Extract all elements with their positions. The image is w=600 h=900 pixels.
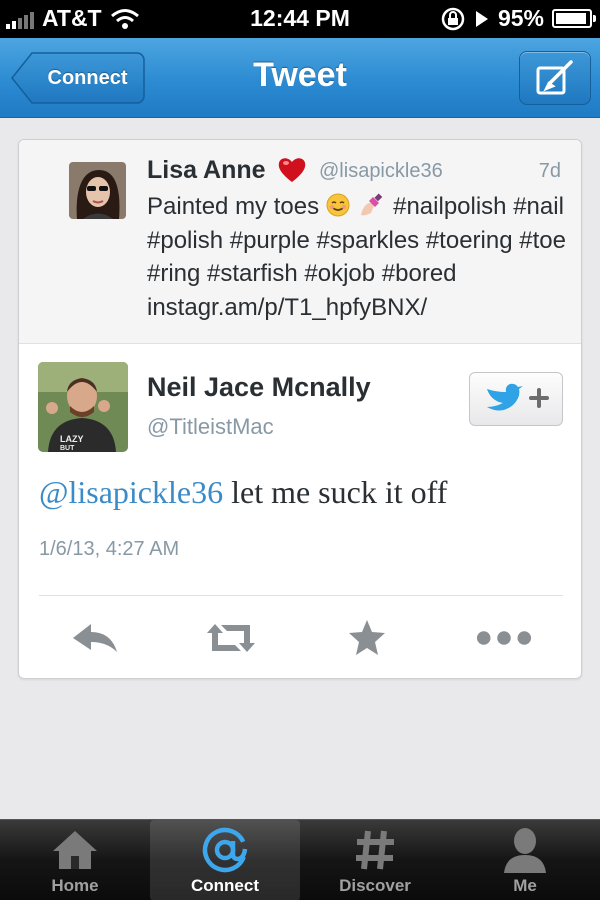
location-arrow-icon bbox=[475, 10, 488, 27]
heart-icon bbox=[278, 158, 306, 182]
favorite-star-icon bbox=[349, 620, 385, 655]
quoted-timestamp: 7d bbox=[538, 160, 561, 182]
avatar[interactable]: LAZY BUT bbox=[38, 362, 128, 452]
rotation-lock-icon bbox=[441, 7, 465, 30]
status-bar: AT&T 12:44 PM 95% bbox=[0, 0, 600, 38]
tab-connect-label: Connect bbox=[191, 876, 259, 895]
tab-discover[interactable]: Discover bbox=[300, 820, 450, 900]
svg-text:LAZY: LAZY bbox=[60, 434, 84, 444]
tweet-author-name[interactable]: Neil Jace Mcnally bbox=[147, 372, 371, 403]
hash-icon bbox=[356, 830, 394, 870]
tweet-body: let me suck it off bbox=[231, 474, 448, 510]
tab-discover-label: Discover bbox=[339, 876, 411, 895]
quoted-author-name: Lisa Anne bbox=[147, 156, 266, 184]
page-title: Tweet bbox=[253, 56, 347, 94]
navigation-bar: Connect Tweet bbox=[0, 38, 600, 118]
compose-button[interactable] bbox=[519, 51, 591, 105]
retweet-icon bbox=[207, 624, 255, 652]
more-button[interactable] bbox=[476, 616, 532, 660]
nail-polish-emoji bbox=[361, 193, 383, 216]
battery-icon bbox=[552, 9, 596, 28]
smiling-face-emoji bbox=[326, 193, 350, 217]
favorite-button[interactable] bbox=[339, 616, 395, 660]
tab-me-label: Me bbox=[513, 876, 537, 895]
person-icon bbox=[504, 828, 546, 873]
retweet-button[interactable] bbox=[203, 616, 259, 660]
tab-bar: Home Connect Discover Me bbox=[0, 819, 600, 900]
reply-icon bbox=[73, 624, 117, 652]
tab-home[interactable]: Home bbox=[0, 820, 150, 900]
follow-bird-plus-icon bbox=[487, 383, 549, 411]
tweet-actions bbox=[19, 610, 581, 666]
quoted-text-start: Painted my toes bbox=[147, 193, 320, 220]
tab-connect[interactable]: Connect bbox=[150, 820, 300, 900]
at-sign-icon bbox=[202, 827, 248, 873]
tweet-text: @lisapickle36 let me suck it off bbox=[39, 474, 569, 511]
mention-link[interactable]: @lisapickle36 bbox=[39, 474, 223, 510]
divider bbox=[39, 595, 563, 596]
compose-icon bbox=[536, 60, 573, 95]
more-dots-icon bbox=[476, 631, 532, 645]
tweet-timestamp: 1/6/13, 4:27 AM bbox=[39, 538, 180, 560]
home-icon bbox=[53, 831, 97, 869]
tweet-card: Lisa Anne @lisapickle36 7d Painted my to… bbox=[18, 139, 582, 679]
svg-text:BUT: BUT bbox=[60, 445, 75, 452]
battery-percent: 95% bbox=[497, 5, 544, 31]
avatar[interactable] bbox=[69, 162, 126, 219]
tweet-author-handle: @TitleistMac bbox=[147, 414, 274, 439]
reply-button[interactable] bbox=[67, 616, 123, 660]
tab-home-label: Home bbox=[51, 876, 99, 895]
follow-button[interactable] bbox=[469, 372, 563, 426]
tab-me[interactable]: Me bbox=[450, 820, 600, 900]
quoted-tweet[interactable]: Lisa Anne @lisapickle36 7d Painted my to… bbox=[19, 140, 581, 344]
quoted-author-handle: @lisapickle36 bbox=[319, 160, 443, 182]
quoted-tweet-text: Painted my toes #nailpolish #nail #polis… bbox=[147, 190, 567, 324]
